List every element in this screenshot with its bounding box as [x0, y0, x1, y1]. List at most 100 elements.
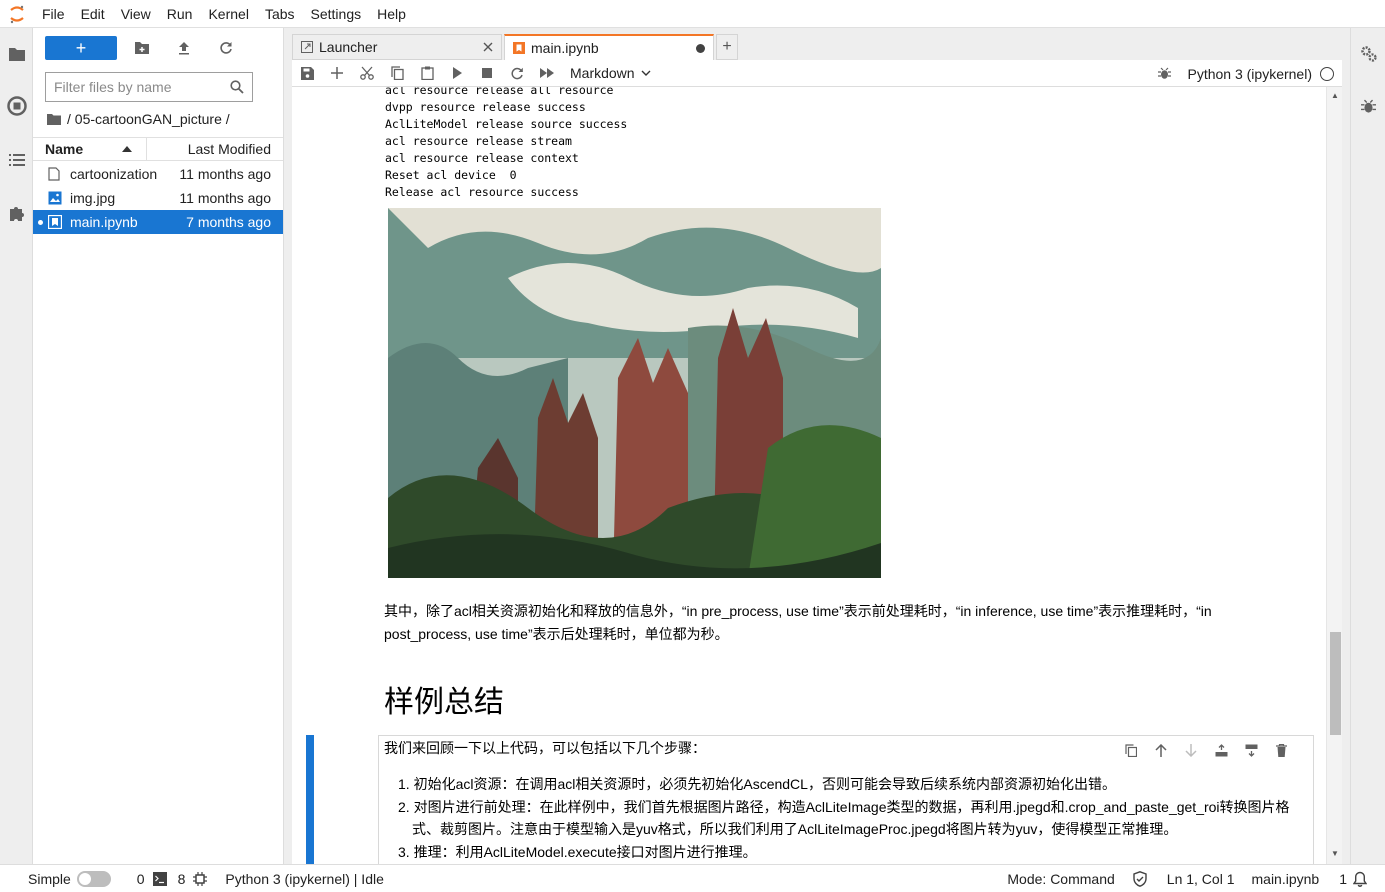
kernels-count[interactable]: 8 — [178, 871, 208, 887]
kernel-name[interactable]: Python 3 (ipykernel) — [1187, 66, 1312, 82]
kernel-status[interactable]: Python 3 (ipykernel) | Idle — [225, 871, 384, 887]
cell-type-dropdown[interactable]: Markdown — [570, 65, 651, 81]
output-line: acl resource release stream — [385, 134, 572, 148]
output-line: Release acl resource success — [385, 185, 579, 199]
menu-help[interactable]: Help — [369, 0, 414, 28]
file-modified: 11 months ago — [179, 166, 271, 182]
launcher-icon — [301, 41, 313, 53]
interrupt-stop-icon[interactable] — [472, 61, 502, 85]
notebook-scrollbar[interactable]: ▲ ▼ — [1326, 87, 1342, 864]
cell-toolbar — [1116, 740, 1296, 760]
home-folder-icon[interactable] — [47, 113, 61, 125]
tab-main-ipynb[interactable]: main.ipynb — [504, 34, 714, 60]
notebook-icon — [513, 42, 525, 54]
move-down-icon[interactable] — [1176, 740, 1206, 760]
menu-settings[interactable]: Settings — [303, 0, 370, 28]
cell-output-text: acl resource release all resource dvpp re… — [385, 87, 627, 201]
upload-icon[interactable] — [171, 36, 197, 60]
file-browser-icon[interactable] — [0, 34, 33, 74]
table-of-contents-icon[interactable] — [0, 140, 33, 180]
menu-view[interactable]: View — [113, 0, 159, 28]
tab-label: Launcher — [319, 39, 378, 55]
property-inspector-gears-icon[interactable] — [1351, 36, 1385, 72]
folder-outline-icon — [48, 167, 64, 181]
tab-label: main.ipynb — [531, 40, 599, 56]
delete-cell-icon[interactable] — [1266, 740, 1296, 760]
kernel-chip-icon — [193, 871, 208, 886]
notebook-panel[interactable]: acl resource release all resource dvpp re… — [292, 87, 1342, 864]
column-name-label: Name — [45, 141, 84, 157]
insert-above-icon[interactable] — [1206, 740, 1236, 760]
new-folder-icon[interactable] — [129, 36, 155, 60]
new-launcher-button[interactable]: + — [45, 36, 117, 60]
menu-edit[interactable]: Edit — [73, 0, 113, 28]
refresh-icon[interactable] — [213, 36, 239, 60]
menu-run[interactable]: Run — [159, 0, 201, 28]
save-icon[interactable] — [292, 61, 322, 85]
scroll-up-arrow-icon[interactable]: ▲ — [1331, 91, 1339, 100]
new-tab-button[interactable]: + — [716, 34, 738, 60]
right-activity-bar — [1350, 28, 1385, 864]
restart-run-all-icon[interactable] — [532, 61, 562, 85]
steps-list: 1. 初始化acl资源：在调用acl相关资源时，必须先初始化AscendCL，否… — [384, 773, 1294, 863]
cartoonized-output-image — [388, 208, 881, 578]
file-row-cartoonization[interactable]: cartoonization 11 months ago — [33, 162, 283, 186]
insert-cell-icon[interactable] — [322, 61, 352, 85]
simple-mode-toggle[interactable]: Simple — [28, 870, 111, 887]
close-icon[interactable] — [483, 42, 493, 52]
file-list: cartoonization 11 months ago img.jpg 11 … — [33, 162, 283, 234]
terminals-count-value: 0 — [136, 870, 145, 887]
kernels-count-value: 8 — [177, 870, 186, 887]
toggle-switch[interactable] — [76, 870, 111, 887]
scroll-down-arrow-icon[interactable]: ▼ — [1331, 849, 1339, 858]
trusted-shield-icon[interactable] — [1133, 870, 1147, 887]
output-line: Reset acl device 0 — [385, 168, 517, 182]
insert-below-icon[interactable] — [1236, 740, 1266, 760]
terminals-count[interactable]: 0 — [137, 871, 167, 887]
cut-icon[interactable] — [352, 61, 382, 85]
file-filter-field[interactable] — [45, 72, 253, 102]
scrollbar-thumb[interactable] — [1330, 632, 1341, 735]
file-row-main-ipynb[interactable]: main.ipynb 7 months ago — [33, 210, 283, 234]
breadcrumb-path[interactable]: / 05-cartoonGAN_picture / — [67, 111, 230, 127]
copy-icon[interactable] — [382, 61, 412, 85]
tab-launcher[interactable]: Launcher — [292, 34, 502, 60]
kernel-area: Python 3 (ipykernel) — [1158, 60, 1334, 87]
restart-icon[interactable] — [502, 61, 532, 85]
file-name: main.ipynb — [70, 214, 138, 230]
extensions-puzzle-icon[interactable] — [0, 193, 33, 233]
duplicate-cell-icon[interactable] — [1116, 740, 1146, 760]
notification-count[interactable]: 1 — [1339, 871, 1347, 887]
list-item: 1. 初始化acl资源：在调用acl相关资源时，必须先初始化AscendCL，否… — [398, 776, 1116, 792]
file-name: cartoonization — [70, 166, 158, 182]
file-row-img-jpg[interactable]: img.jpg 11 months ago — [33, 186, 283, 210]
move-up-icon[interactable] — [1146, 740, 1176, 760]
tab-bar: Launcher main.ipynb + — [292, 34, 738, 60]
cursor-position[interactable]: Ln 1, Col 1 — [1167, 871, 1235, 887]
output-line: dvpp resource release success — [385, 100, 586, 114]
file-modified: 7 months ago — [186, 214, 271, 230]
running-sessions-icon[interactable] — [0, 86, 33, 126]
debugger-bug-icon[interactable] — [1158, 67, 1172, 80]
output-line: AclLiteModel release source success — [385, 117, 628, 131]
jupyter-logo-icon — [0, 0, 34, 28]
menu-tabs[interactable]: Tabs — [257, 0, 303, 28]
unsaved-dot-icon[interactable] — [696, 43, 705, 53]
menu-file[interactable]: File — [34, 0, 73, 28]
kernel-idle-circle-icon — [1320, 66, 1334, 81]
menu-kernel[interactable]: Kernel — [200, 0, 256, 28]
output-line: acl resource release context — [385, 151, 579, 165]
sort-ascending-icon — [122, 146, 132, 152]
debugger-bug-icon[interactable] — [1351, 88, 1385, 124]
file-filter-input[interactable] — [54, 79, 224, 95]
run-icon[interactable] — [442, 61, 472, 85]
file-list-header: Name Last Modified — [33, 137, 283, 161]
image-icon — [48, 191, 64, 205]
column-modified-header[interactable]: Last Modified — [147, 138, 283, 160]
active-cell-indicator[interactable] — [306, 735, 314, 864]
paste-icon[interactable] — [412, 61, 442, 85]
menu-bar: File Edit View Run Kernel Tabs Settings … — [0, 0, 1385, 28]
bell-icon[interactable] — [1353, 871, 1367, 887]
cell-type-label: Markdown — [570, 65, 635, 81]
column-name-header[interactable]: Name — [33, 138, 147, 160]
